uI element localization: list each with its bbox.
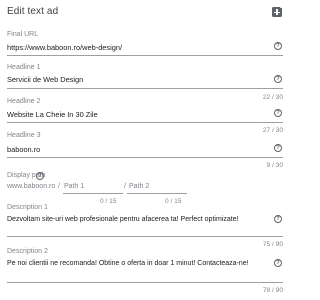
headline-1-input[interactable]: Servicii de Web Design (7, 75, 83, 84)
path-separator: / (58, 183, 60, 190)
headline-2-label: Headline 2 (7, 98, 41, 105)
description-2-counter: 78 / 90 (262, 287, 283, 294)
description-1-counter: 75 / 90 (262, 241, 283, 248)
description-1-input[interactable]: Dezvoltam site-uri web profesionale pent… (7, 216, 239, 223)
path-1-counter: 0 / 15 (100, 198, 117, 205)
headline-3-label: Headline 3 (7, 132, 41, 139)
help-icon[interactable]: ? (274, 144, 282, 152)
help-icon[interactable]: ? (274, 215, 282, 223)
path-2-underline (127, 193, 187, 194)
input-underline (7, 157, 283, 158)
final-url-input[interactable]: https://www.baboon.ro/web-design/ (7, 43, 122, 52)
add-asset-icon[interactable] (272, 5, 283, 17)
input-underline (7, 88, 283, 89)
headline-1-label: Headline 1 (7, 64, 41, 71)
help-icon[interactable]: ? (274, 75, 282, 83)
help-icon[interactable]: ? (274, 42, 282, 50)
headline-3-counter: 9 / 30 (266, 162, 284, 169)
display-path-domain: www.baboon.ro (7, 183, 56, 190)
headline-2-input[interactable]: Website La Cheie In 30 Zile (7, 110, 98, 119)
path-1-underline (63, 193, 123, 194)
path-separator: / (124, 183, 126, 190)
description-2-label: Description 2 (7, 248, 48, 255)
dialog-title: Edit text ad (7, 6, 59, 17)
headline-1-counter: 22 / 30 (262, 94, 283, 101)
headline-3-input[interactable]: baboon.ro (7, 145, 40, 154)
input-underline (7, 55, 283, 56)
help-icon[interactable]: ? (36, 172, 44, 180)
input-underline (7, 282, 283, 283)
description-1-label: Description 1 (7, 204, 48, 211)
help-icon[interactable]: ? (274, 109, 282, 117)
dialog-header: Edit text ad (0, 0, 288, 24)
headline-2-counter: 27 / 30 (262, 127, 283, 134)
path-2-counter: 0 / 15 (165, 198, 182, 205)
final-url-label: Final URL (7, 31, 39, 38)
path-1-input[interactable]: Path 1 (64, 183, 84, 190)
input-underline (7, 236, 283, 237)
description-2-input[interactable]: Pe noi clientii ne recomanda! Obtine o o… (7, 260, 249, 267)
input-underline (7, 122, 283, 123)
path-2-input[interactable]: Path 2 (129, 183, 149, 190)
help-icon[interactable]: ? (274, 259, 282, 267)
